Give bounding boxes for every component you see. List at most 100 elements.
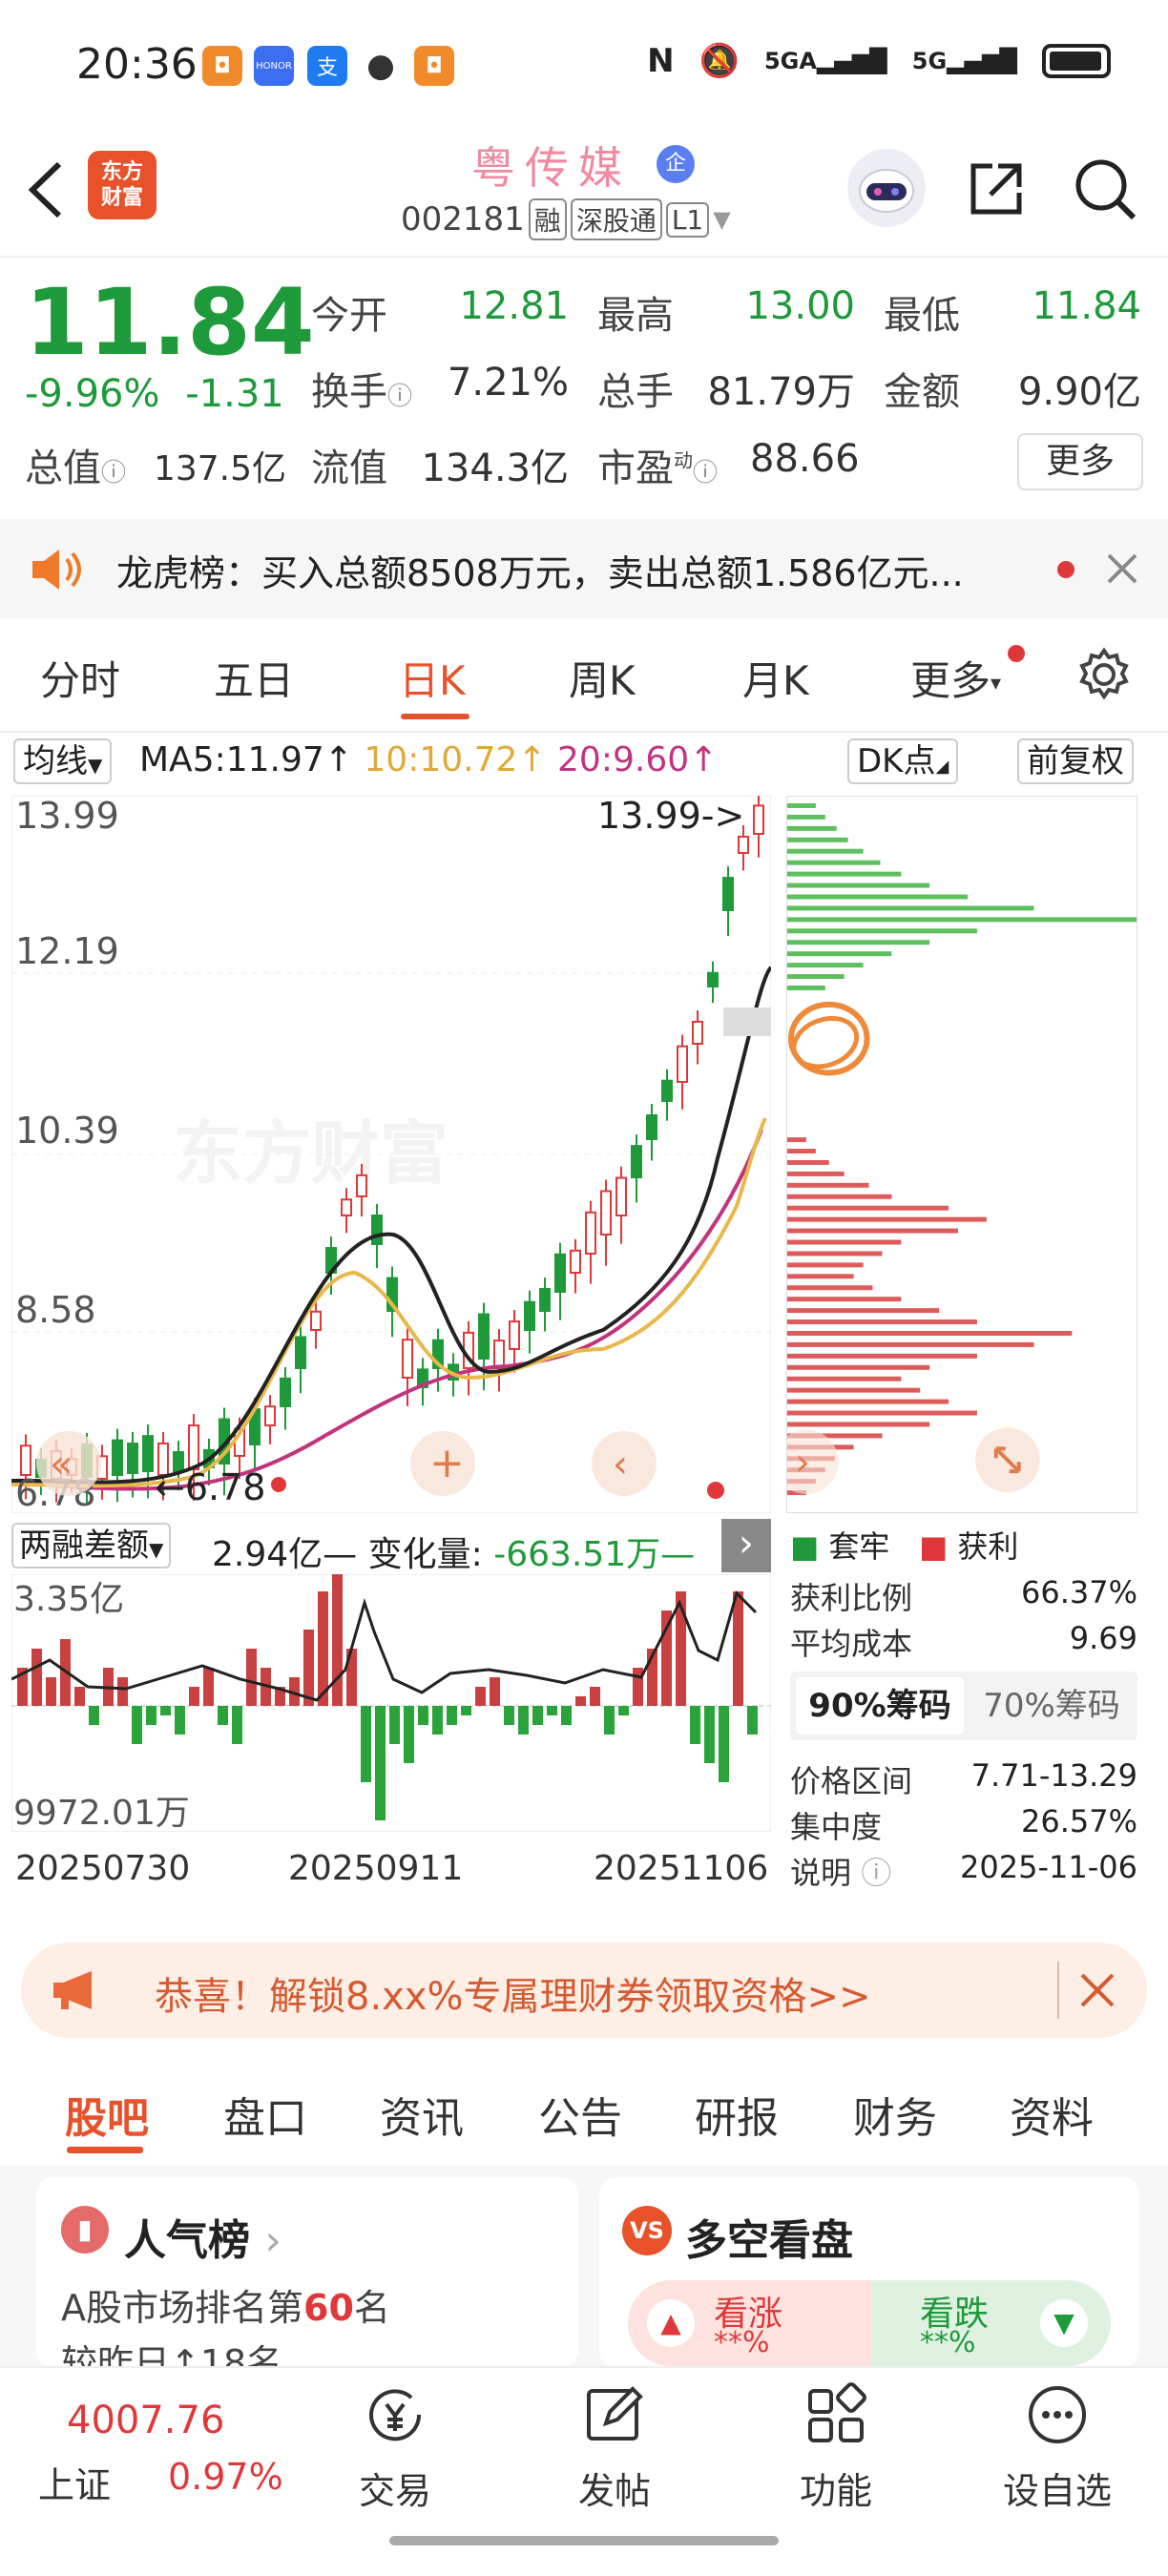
tab-monthly-k[interactable]: 月K <box>742 649 809 707</box>
current-price: 11.84 <box>25 269 315 376</box>
chip-90-button[interactable]: 90%筹码 <box>796 1677 964 1735</box>
y-label-4: 8.58 <box>15 1289 96 1331</box>
high-value: 13.00 <box>745 284 855 328</box>
pe-label: 市盈动ⓘ <box>597 447 719 490</box>
promo-banner[interactable]: 恭喜！解锁8.xx%专属理财券领取资格>> <box>21 1942 1147 2038</box>
bull-bear-card[interactable]: VS 多空看盘 ▲ 看涨 **% 看跌 **% ▼ <box>599 2177 1139 2368</box>
margin-bar-down <box>461 1706 471 1715</box>
wechat-icon: ● <box>361 46 401 86</box>
gear-icon[interactable] <box>1076 647 1132 702</box>
chip-bar-profit <box>787 1330 1073 1336</box>
avg-cost-label: 平均成本 <box>790 1626 913 1662</box>
tab-more[interactable]: 更多▾ <box>910 649 1001 707</box>
index-value[interactable]: 4007.76 <box>67 2399 224 2442</box>
info-icon: ⓘ <box>861 1855 892 1891</box>
tab-news[interactable]: 资讯 <box>380 2084 464 2145</box>
chip-date: 2025-11-06 <box>960 1849 1137 1885</box>
tab-profile[interactable]: 资料 <box>1010 2084 1094 2145</box>
bear-button[interactable]: 看跌 **% ▼ <box>872 2280 1111 2366</box>
candle-body <box>585 1211 596 1256</box>
tab-pankou[interactable]: 盘口 <box>223 2084 307 2145</box>
tab-five-day[interactable]: 五日 <box>214 649 294 707</box>
date-label: 20250730 <box>15 1849 191 1888</box>
tab-intraday[interactable]: 分时 <box>40 649 120 707</box>
stock-code-row[interactable]: 002181 融 深股通 L1 ▼ <box>401 198 731 240</box>
active-tab-underline <box>67 2147 143 2153</box>
kline-chart[interactable]: 东方财富 13.99 12.19 10.39 8.58 6.78 13.99->… <box>11 796 771 1513</box>
chip-bar-profit <box>787 1341 1034 1347</box>
ma-select[interactable]: 均线▼ <box>13 738 113 784</box>
search-icon[interactable] <box>1073 156 1137 221</box>
nav-post[interactable]: 发帖 <box>538 2381 691 2514</box>
chip-bar-profit <box>787 1149 816 1154</box>
candle-body <box>615 1176 627 1216</box>
divider <box>0 256 1168 258</box>
turnover-value: 7.21% <box>447 361 569 405</box>
subchart-values: 2.94亿— 变化量: -663.51万— <box>212 1535 696 1574</box>
chip-bar-trapped <box>787 963 864 968</box>
svg-text:‹: ‹ <box>613 1443 628 1486</box>
candle-body <box>524 1300 535 1332</box>
ai-assistant-icon[interactable] <box>847 149 926 227</box>
margin-bar-down <box>146 1706 156 1725</box>
chart-period-tabs: 分时 五日 日K 周K 月K 更多▾ <box>0 630 1168 731</box>
margin-bar-down <box>547 1706 557 1715</box>
margin-bar-down <box>160 1706 171 1715</box>
index-name[interactable]: 上证 <box>38 2456 111 2508</box>
volume-label: 总手 <box>597 370 674 414</box>
chip-bar-profit <box>787 1319 977 1325</box>
dk-point-select[interactable]: DK点◢ <box>847 738 959 784</box>
chip-bar-trapped <box>787 917 1137 923</box>
popularity-card[interactable]: ▮ 人气榜 › A股市场排名第60名 较昨日↑18名 <box>36 2177 578 2368</box>
candle-body <box>112 1439 123 1476</box>
close-icon[interactable] <box>1103 550 1141 588</box>
rank-change: 较昨日↑18名 <box>61 2342 283 2368</box>
margin-bar-up <box>661 1610 672 1706</box>
chip-bar-profit <box>787 1410 977 1416</box>
chevron-right-icon[interactable]: › <box>721 1519 771 1572</box>
tab-announcements[interactable]: 公告 <box>538 2084 622 2145</box>
megaphone-icon <box>53 1971 92 2009</box>
margin-tag: 融 <box>528 198 567 240</box>
nav-add-watchlist[interactable]: 设自选 <box>981 2381 1134 2514</box>
tab-research[interactable]: 研报 <box>695 2084 779 2145</box>
nav-trade[interactable]: 交易 <box>319 2381 471 2514</box>
enterprise-badge: 企 <box>657 145 695 183</box>
bull-button[interactable]: ▲ 看涨 **% <box>628 2280 872 2366</box>
chip-bar-profit <box>787 1159 829 1165</box>
tab-finance[interactable]: 财务 <box>853 2084 937 2145</box>
current-price-marker <box>723 1008 771 1036</box>
margin-bar-down <box>690 1706 700 1744</box>
turnover-label: 换手ⓘ <box>311 370 413 414</box>
margin-bar-up <box>31 1649 42 1706</box>
chip-toggle: 90%筹码 70%筹码 <box>790 1672 1137 1740</box>
tab-weekly-k[interactable]: 周K <box>569 649 636 707</box>
divider <box>1057 1962 1059 2019</box>
adjust-select[interactable]: 前复权 <box>1017 738 1134 784</box>
chip-bar-trapped <box>787 883 930 888</box>
back-icon[interactable] <box>21 156 74 223</box>
date-label: 20250911 <box>288 1849 464 1888</box>
pe-value: 88.66 <box>750 437 860 481</box>
chip-bar-trapped <box>787 825 837 831</box>
subchart-select[interactable]: 两融差额▼ <box>11 1523 172 1568</box>
amount-value: 9.90亿 <box>1017 370 1141 414</box>
margin-bar-down <box>218 1706 228 1725</box>
notice-red-dot <box>1057 561 1074 578</box>
more-button[interactable]: 更多 <box>1017 433 1143 490</box>
tab-daily-k[interactable]: 日K <box>399 649 466 707</box>
note-label[interactable]: 说明 ⓘ <box>790 1849 891 1893</box>
chip-bar-profit <box>787 1216 987 1222</box>
dragon-tiger-notice[interactable]: 龙虎榜：买入总额8508万元，卖出总额1.586亿元... <box>0 519 1168 618</box>
chip-bar-profit <box>787 1274 854 1279</box>
chip-bar-profit <box>787 1205 949 1211</box>
chip-bar-trapped <box>787 951 892 957</box>
chip-70-button[interactable]: 70%筹码 <box>971 1677 1132 1735</box>
nav-functions[interactable]: 功能 <box>760 2381 912 2514</box>
share-icon[interactable] <box>964 156 1029 221</box>
tab-guba[interactable]: 股吧 <box>65 2084 149 2145</box>
chip-bar-profit <box>787 1182 869 1188</box>
close-icon[interactable] <box>1078 1971 1116 2009</box>
candle-body <box>692 1020 703 1045</box>
candle-body <box>646 1113 657 1140</box>
